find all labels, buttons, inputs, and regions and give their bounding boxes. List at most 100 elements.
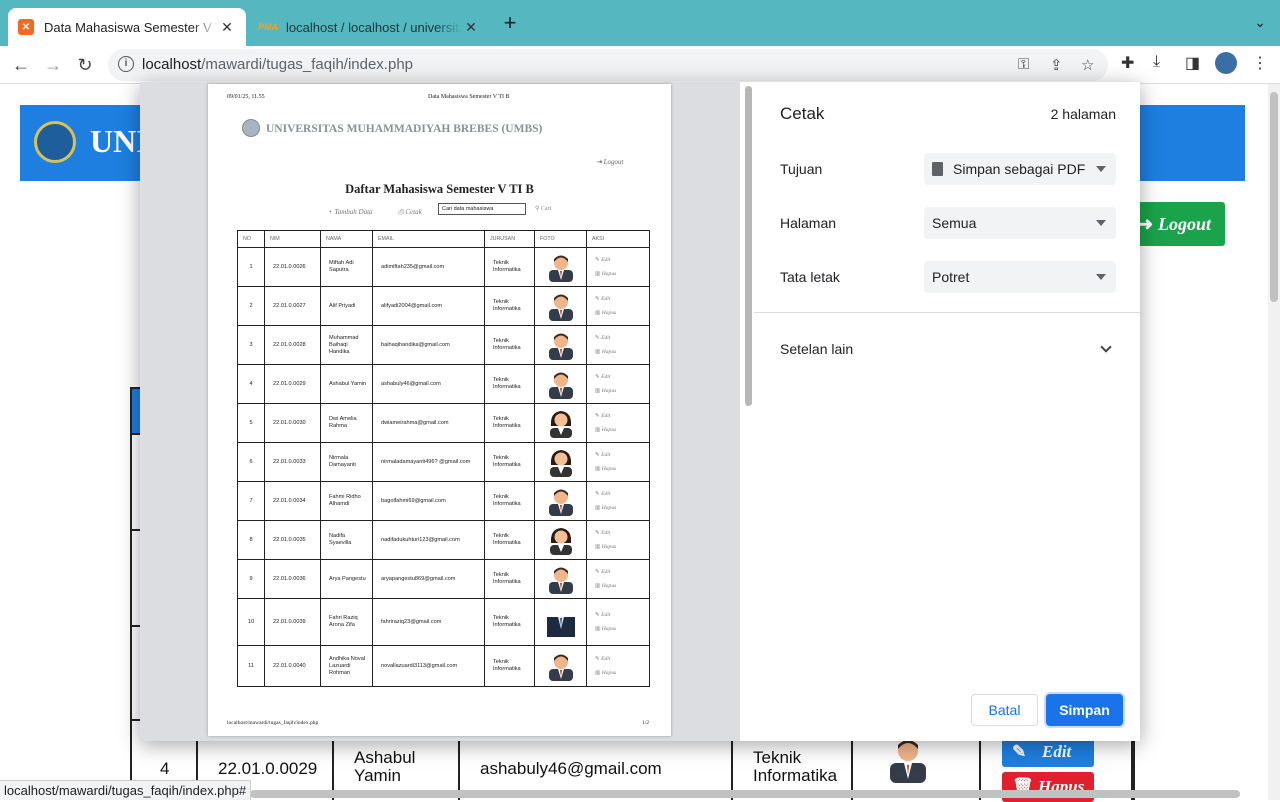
cell-email: ashabuly46@gmail.com xyxy=(372,364,485,404)
layout-select[interactable]: Potret xyxy=(924,261,1116,293)
status-bar-url: localhost/mawardi/tugas_faqih/index.php# xyxy=(0,780,252,800)
cell-email: dwiameirahma@gmail.com xyxy=(372,403,485,443)
cell-no: 7 xyxy=(237,481,265,521)
cell-nama: Ashabul Yamin xyxy=(320,364,373,404)
cell-no: 2 xyxy=(237,286,265,326)
cell-no: 8 xyxy=(237,520,265,560)
logout-icon: ➜ xyxy=(1138,214,1154,234)
print-dialog: 09/01/25, 11.55 Data Mahasiswa Semester … xyxy=(140,82,1140,741)
print-footer-url: localhost/mawardi/tugas_faqih/index.php xyxy=(227,720,319,726)
male-avatar-icon xyxy=(890,740,926,783)
pages-label: Halaman xyxy=(780,215,837,231)
cell-no: 1 xyxy=(237,247,265,287)
info-icon[interactable]: i xyxy=(118,56,134,72)
cell-jurusan: Teknik Informatika xyxy=(484,598,535,646)
cell-nama: Alif Priyadi xyxy=(320,286,373,326)
cell-email: nadifadukuhturi123@gmail.com xyxy=(372,520,485,560)
cell-nim: 22.01.0.0034 xyxy=(264,481,321,521)
edit-link: ✎ Edit xyxy=(595,612,611,618)
scrollbar-thumb[interactable] xyxy=(1270,92,1278,302)
delete-link: ▥ Hapus xyxy=(595,427,617,433)
male-avatar-icon xyxy=(547,291,575,321)
print-settings-panel: Cetak 2 halaman Tujuan Simpan sebagai PD… xyxy=(754,82,1140,741)
download-icon[interactable]: ⤓ xyxy=(1153,53,1160,71)
male-avatar-icon xyxy=(546,607,575,637)
cell-email: novallazuardi3113@gmail.com xyxy=(372,645,485,687)
edit-link: ✎ Edit xyxy=(595,296,611,302)
chevron-down-icon[interactable] xyxy=(1100,341,1112,353)
scrollbar-thumb[interactable] xyxy=(745,86,752,406)
female-avatar-icon xyxy=(547,408,575,438)
cell-aksi: ✎ Edit ▥ Hapus xyxy=(586,559,650,599)
cell-no: 5 xyxy=(237,403,265,443)
pencil-icon: ✎ xyxy=(595,296,600,302)
phpmyadmin-icon: PMA xyxy=(258,22,278,32)
chevron-down-icon[interactable]: ⌄ xyxy=(1254,14,1266,31)
more-settings-toggle[interactable]: Setelan lain xyxy=(780,341,853,357)
cell-email: fahriraziq23@gmail.com xyxy=(372,598,485,646)
cell-foto xyxy=(534,442,587,482)
trash-icon: ▥ xyxy=(595,505,601,511)
cell-aksi: ✎ Edit ▥ Hapus xyxy=(586,403,650,443)
tab-data-mahasiswa[interactable]: ✕ Data Mahasiswa Semester V TI B ✕ xyxy=(8,8,246,46)
star-icon[interactable]: ☆ xyxy=(1081,56,1094,74)
horizontal-scrollbar-thumb[interactable] xyxy=(250,790,1240,798)
cell-email: bagolfahmi69@gmail.com xyxy=(372,481,485,521)
caret-down-icon xyxy=(1096,166,1106,172)
cell-foto xyxy=(534,286,587,326)
delete-link: ▥ Hapus xyxy=(595,670,617,676)
table-header-row: NO NIM NAMA EMAIL JURUSAN FOTO AKSI xyxy=(237,230,650,248)
avatar[interactable] xyxy=(1215,52,1237,74)
logout-button[interactable]: ➜ Logout xyxy=(1128,202,1225,246)
preview-scrollbar[interactable] xyxy=(744,82,754,741)
close-icon[interactable]: ✕ xyxy=(462,19,480,36)
male-avatar-icon xyxy=(547,486,575,516)
reload-icon[interactable]: ↻ xyxy=(72,52,98,78)
trash-icon: ▥ xyxy=(595,544,601,550)
save-button[interactable]: Simpan xyxy=(1046,694,1123,726)
cell-nama: Fahri Raziq Arona Zifa xyxy=(320,598,373,646)
cancel-button[interactable]: Batal xyxy=(971,694,1038,726)
sidepanel-icon[interactable]: ◨ xyxy=(1185,53,1200,73)
cell-aksi: ✎ Edit ▥ Hapus xyxy=(586,481,650,521)
delete-link: ▥ Hapus xyxy=(595,505,617,511)
cell-nim: 22.01.0.0028 xyxy=(264,325,321,365)
new-tab-button[interactable]: + xyxy=(498,12,522,36)
edit-link: ✎ Edit xyxy=(595,257,611,263)
browser-toolbar: ← → ↻ i localhost/mawardi/tugas_faqih/in… xyxy=(0,46,1280,84)
cell-nim: 22.01.0.0027 xyxy=(264,286,321,326)
cell-nama: Fahmi Ridho Alhamdi xyxy=(320,481,373,521)
extensions-icon[interactable]: ✚ xyxy=(1121,53,1134,73)
cell-aksi: ✎ Edit ▥ Hapus xyxy=(586,247,650,287)
trash-icon: ▥ xyxy=(595,626,601,632)
page-scrollbar[interactable] xyxy=(1268,84,1280,800)
cell-no: 9 xyxy=(237,559,265,599)
cell-foto xyxy=(534,520,587,560)
page-count: 2 halaman xyxy=(1050,106,1116,122)
dialog-title: Cetak xyxy=(780,104,825,123)
back-icon[interactable]: ← xyxy=(8,52,34,78)
cell-jurusan: Teknik Informatika xyxy=(484,481,535,521)
key-icon[interactable]: ⚿ xyxy=(1018,56,1029,73)
cell-jurusan: Teknik Informatika xyxy=(484,442,535,482)
destination-value: Simpan sebagai PDF xyxy=(953,161,1086,177)
menu-icon[interactable]: ⋮ xyxy=(1252,53,1268,73)
cell-aksi: ✎ Edit ▥ Hapus xyxy=(586,598,650,646)
address-bar[interactable]: i localhost/mawardi/tugas_faqih/index.ph… xyxy=(108,49,1108,81)
share-icon[interactable]: ⇪ xyxy=(1050,56,1063,74)
cell-aksi: ✎ Edit ▥ Hapus xyxy=(586,645,650,687)
forward-icon[interactable]: → xyxy=(40,52,66,78)
cell-foto xyxy=(534,645,587,687)
tab-phpmyadmin[interactable]: PMA localhost / localhost / universitas … xyxy=(250,8,490,46)
trash-icon: ▥ xyxy=(595,427,601,433)
close-icon[interactable]: ✕ xyxy=(218,19,236,36)
url-text: localhost/mawardi/tugas_faqih/index.php xyxy=(142,56,414,73)
table-row: 10 22.01.0.0039 Fahri Raziq Arona Zifa fahr… xyxy=(237,598,650,646)
edit-button[interactable]: ✎ Edit xyxy=(1002,737,1094,767)
col-aksi: AKSI xyxy=(586,230,650,248)
destination-select[interactable]: Simpan sebagai PDF xyxy=(924,153,1116,185)
pages-select[interactable]: Semua xyxy=(924,207,1116,239)
cell-foto xyxy=(534,364,587,404)
cell-no: 4 xyxy=(237,364,265,404)
cell-foto xyxy=(534,247,587,287)
